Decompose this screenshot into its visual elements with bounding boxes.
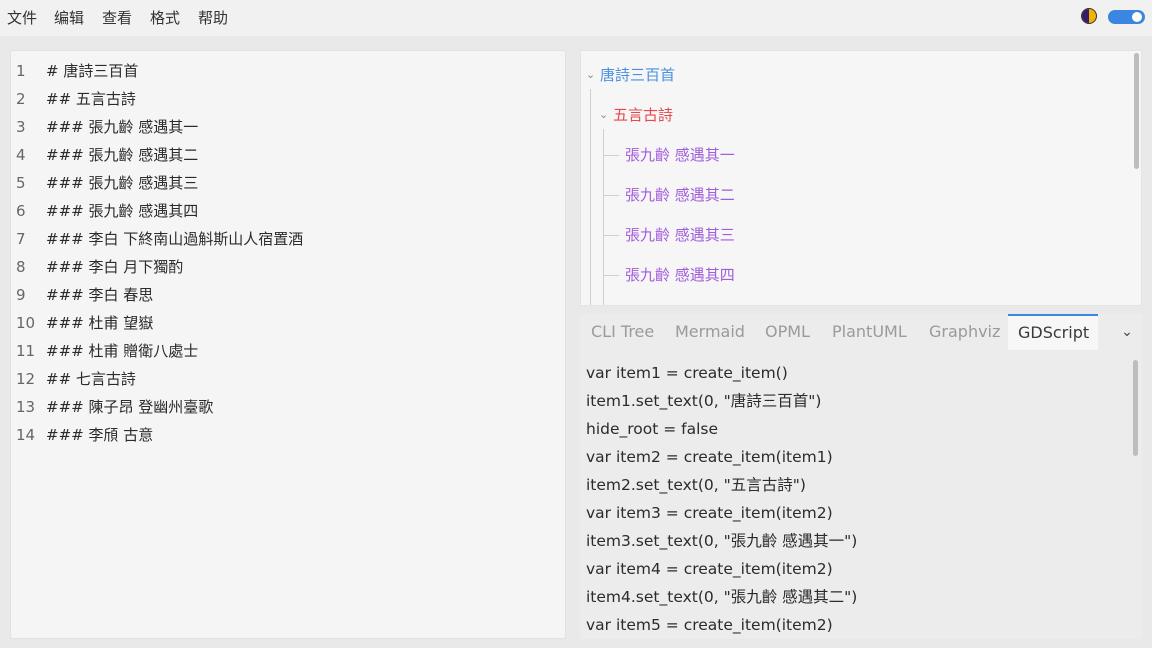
tab-mermaid[interactable]: Mermaid <box>665 314 755 350</box>
line-number: 4 <box>16 146 26 164</box>
line-text: # 唐詩三百首 <box>46 62 139 80</box>
code-scrollbar[interactable] <box>1133 360 1138 456</box>
tree-leaf-node[interactable]: 張九齡 感遇其一 <box>625 141 735 169</box>
code-line: item4.set_text(0, "張九齡 感遇其二") <box>586 588 858 606</box>
menu-format[interactable]: 格式 <box>150 6 180 30</box>
tab-opml[interactable]: OPML <box>755 314 820 350</box>
tab-cli-tree[interactable]: CLI Tree <box>581 314 664 350</box>
line-text: ### 陳子昂 登幽州臺歌 <box>46 398 214 416</box>
line-text: ### 杜甫 贈衛八處士 <box>46 342 199 360</box>
menu-bar: 文件 编辑 查看 格式 帮助 <box>0 0 1152 36</box>
editor-line[interactable]: 10 ### 杜甫 望嶽 <box>11 309 565 337</box>
tab-graphviz[interactable]: Graphviz <box>919 314 1010 350</box>
tree-branch-line <box>603 195 619 196</box>
line-number: 13 <box>16 398 36 416</box>
code-line: var item5 = create_item(item2) <box>586 616 833 634</box>
code-line: item2.set_text(0, "五言古詩") <box>586 476 806 494</box>
theme-icon[interactable] <box>1081 8 1097 24</box>
line-text: ### 李白 月下獨酌 <box>46 258 184 276</box>
code-line: var item3 = create_item(item2) <box>586 504 833 522</box>
toggle-knob <box>1132 12 1142 22</box>
tree-level1-node[interactable]: 五言古詩 <box>613 101 673 129</box>
line-number: 9 <box>16 286 26 304</box>
line-number: 6 <box>16 202 26 220</box>
chevron-down-icon[interactable]: ⌄ <box>599 101 608 129</box>
line-text: ### 張九齡 感遇其二 <box>46 146 199 164</box>
editor-line[interactable]: 7 ### 李白 下終南山過斛斯山人宿置酒 <box>11 225 565 253</box>
line-text: ### 李白 春思 <box>46 286 154 304</box>
tree-branch-line <box>603 155 619 156</box>
line-text: ### 張九齡 感遇其一 <box>46 118 199 136</box>
line-text: ### 杜甫 望嶽 <box>46 314 154 332</box>
line-number: 12 <box>16 370 36 388</box>
line-text: ### 李白 下終南山過斛斯山人宿置酒 <box>46 230 304 248</box>
menu-help[interactable]: 帮助 <box>198 6 228 30</box>
code-line: item3.set_text(0, "張九齡 感遇其一") <box>586 532 858 550</box>
line-number: 14 <box>16 426 36 444</box>
editor-line[interactable]: 5 ### 張九齡 感遇其三 <box>11 169 565 197</box>
editor-line[interactable]: 12 ## 七言古詩 <box>11 365 565 393</box>
menu-edit[interactable]: 编辑 <box>54 6 84 30</box>
code-line: var item1 = create_item() <box>586 364 788 382</box>
line-number: 3 <box>16 118 26 136</box>
tree-preview: ⌄ 唐詩三百首 ⌄ 五言古詩 張九齡 感遇其一 張九齡 感遇其二 張九齡 感遇其三張… <box>580 50 1142 306</box>
tree-leaf-node[interactable]: 張九齡 感遇其三 <box>625 221 735 249</box>
editor-line[interactable]: 2 ## 五言古詩 <box>11 85 565 113</box>
tree-branch-line <box>603 235 619 236</box>
editor-line[interactable]: 1 # 唐詩三百首 <box>11 57 565 85</box>
code-line: var item4 = create_item(item2) <box>586 560 833 578</box>
code-line: hide_root = false <box>586 420 719 438</box>
code-line: item1.set_text(0, "唐詩三百首") <box>586 392 822 410</box>
line-text: ### 張九齡 感遇其三 <box>46 174 199 192</box>
tree-guide-line <box>590 89 591 305</box>
chevron-down-icon[interactable]: ⌄ <box>1112 314 1142 350</box>
editor-line[interactable]: 9 ### 李白 春思 <box>11 281 565 309</box>
line-text: ### 李頎 古意 <box>46 426 154 444</box>
editor-line[interactable]: 11 ### 杜甫 贈衛八處士 <box>11 337 565 365</box>
menu-file[interactable]: 文件 <box>7 6 37 30</box>
editor-line[interactable]: 6 ### 張九齡 感遇其四 <box>11 197 565 225</box>
editor-line[interactable]: 4 ### 張九齡 感遇其二 <box>11 141 565 169</box>
editor-line[interactable]: 14 ### 李頎 古意 <box>11 421 565 449</box>
tab-gdscript[interactable]: GDScript <box>1008 314 1098 350</box>
line-text: ### 張九齡 感遇其四 <box>46 202 199 220</box>
menu-view[interactable]: 查看 <box>102 6 132 30</box>
line-text: ## 七言古詩 <box>46 370 136 388</box>
tree-leaf-node[interactable]: 張九齡 感遇其四 <box>625 261 735 289</box>
tree-root-node[interactable]: 唐詩三百首 <box>600 61 675 89</box>
markdown-editor[interactable]: 1 # 唐詩三百首 2 ## 五言古詩 3 ### 張九齡 感遇其一 4 ### 張九齡 感遇… <box>10 50 566 639</box>
editor-line[interactable]: 3 ### 張九齡 感遇其一 <box>11 113 565 141</box>
tree-leaf-node[interactable]: 張九齡 感遇其二 <box>625 181 735 209</box>
export-tabs: CLI Tree Mermaid OPML PlantUML Graphviz GDScr… <box>580 314 1142 350</box>
line-number: 2 <box>16 90 26 108</box>
line-number: 11 <box>16 342 36 360</box>
line-number: 1 <box>16 62 26 80</box>
tree-scrollbar[interactable] <box>1134 53 1139 169</box>
line-number: 5 <box>16 174 26 192</box>
tab-plantuml[interactable]: PlantUML <box>822 314 917 350</box>
line-number: 8 <box>16 258 26 276</box>
line-number: 10 <box>16 314 36 332</box>
code-output[interactable]: var item1 = create_item() item1.set_text(… <box>580 350 1142 639</box>
theme-toggle[interactable] <box>1108 10 1145 24</box>
code-line: var item2 = create_item(item1) <box>586 448 833 466</box>
editor-line[interactable]: 13 ### 陳子昂 登幽州臺歌 <box>11 393 565 421</box>
line-number: 7 <box>16 230 26 248</box>
chevron-down-icon[interactable]: ⌄ <box>586 61 595 89</box>
editor-line[interactable]: 8 ### 李白 月下獨酌 <box>11 253 565 281</box>
line-text: ## 五言古詩 <box>46 90 136 108</box>
tree-branch-line <box>603 275 619 276</box>
